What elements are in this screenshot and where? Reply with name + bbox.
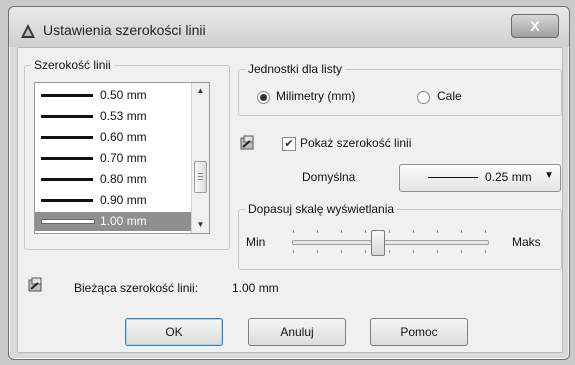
tick-mark (317, 230, 318, 233)
inches-label[interactable]: Cale (437, 89, 462, 103)
scroll-thumb[interactable] (194, 161, 207, 193)
list-item-selected[interactable]: 1.00 mm (35, 212, 191, 231)
list-item-label: 0.90 mm (100, 193, 147, 207)
sysvar-icon (240, 135, 254, 150)
list-item-label: 1.00 mm (100, 214, 147, 228)
list-item[interactable]: 0.70 mm (35, 149, 191, 168)
close-button[interactable]: X (511, 14, 559, 38)
list-item-label: 0.80 mm (100, 172, 147, 186)
tick-mark (389, 230, 390, 233)
title-bar: Ustawienia szerokości linii X (9, 7, 569, 47)
lineweight-list[interactable]: 0.50 mm 0.53 mm 0.60 mm 0.70 mm 0.80 mm … (34, 82, 216, 234)
tick-mark (485, 250, 486, 253)
lineweights-legend: Szerokość linii (34, 58, 111, 72)
list-item[interactable]: 0.90 mm (35, 191, 191, 210)
list-item-label: 0.53 mm (100, 109, 147, 123)
line-sample (41, 219, 95, 224)
ok-button[interactable]: OK (125, 318, 223, 346)
list-item-label: 0.50 mm (100, 88, 147, 102)
help-button[interactable]: Pomoc (370, 318, 468, 346)
list-item[interactable]: 0.60 mm (35, 128, 191, 147)
current-lineweight-label: Bieżąca szerokość linii: (74, 281, 199, 295)
line-sample (428, 177, 478, 178)
line-sample (41, 157, 93, 160)
tick-mark (293, 250, 294, 253)
scale-slider-thumb[interactable] (371, 230, 385, 256)
tick-mark (413, 230, 414, 233)
tick-mark (365, 250, 366, 253)
default-lineweight-dropdown[interactable]: 0.25 mm ▼ (399, 164, 561, 192)
show-lineweight-checkbox[interactable]: ✔ (282, 137, 296, 151)
default-lineweight-label: Domyślna (302, 170, 356, 184)
scroll-up-icon[interactable]: ▲ (192, 83, 209, 99)
show-lineweight-label[interactable]: Pokaż szerokość linii (300, 136, 411, 150)
list-item-label: 0.60 mm (100, 130, 147, 144)
tick-mark (413, 250, 414, 253)
tick-mark (341, 250, 342, 253)
tick-mark (389, 250, 390, 253)
scroll-down-icon[interactable]: ▼ (192, 217, 209, 233)
grip-line (198, 179, 203, 180)
current-lineweight-value: 1.00 mm (232, 281, 279, 295)
tick-mark (341, 230, 342, 233)
list-scrollbar[interactable]: ▲ ▼ (191, 83, 209, 233)
scale-slider-track[interactable] (292, 240, 489, 245)
line-sample (41, 199, 93, 202)
default-lineweight-value: 0.25 mm (485, 170, 532, 184)
tick-mark (485, 230, 486, 233)
tick-mark (437, 230, 438, 233)
units-legend: Jednostki dla listy (248, 62, 343, 76)
millimeters-label[interactable]: Milimetry (mm) (276, 89, 355, 103)
sysvar-icon (28, 277, 42, 292)
inches-radio[interactable] (417, 91, 430, 104)
grip-line (198, 173, 203, 174)
tick-mark (293, 230, 294, 233)
list-item[interactable]: 0.53 mm (35, 107, 191, 126)
grip-line (198, 176, 203, 177)
tick-mark (437, 250, 438, 253)
millimeters-radio[interactable] (257, 91, 270, 104)
window-title: Ustawienia szerokości linii (43, 22, 206, 38)
chevron-down-icon: ▼ (544, 170, 554, 181)
tick-mark (461, 230, 462, 233)
list-item[interactable]: 0.50 mm (35, 86, 191, 105)
list-item[interactable]: 0.80 mm (35, 170, 191, 189)
scale-min-label: Min (246, 235, 266, 249)
cancel-button[interactable]: Anuluj (248, 318, 346, 346)
lineweight-listbox[interactable]: 0.50 mm 0.53 mm 0.60 mm 0.70 mm 0.80 mm … (34, 82, 210, 234)
scale-legend: Dopasuj skalę wyświetlania (248, 202, 395, 216)
line-sample (41, 115, 93, 118)
tick-mark (461, 250, 462, 253)
scale-max-label: Maks (512, 235, 541, 249)
tick-mark (365, 230, 366, 233)
tick-mark (317, 250, 318, 253)
app-icon (21, 24, 35, 38)
list-item-label: 0.70 mm (100, 151, 147, 165)
line-sample (41, 136, 93, 139)
line-sample (41, 94, 93, 97)
line-sample (41, 178, 93, 181)
